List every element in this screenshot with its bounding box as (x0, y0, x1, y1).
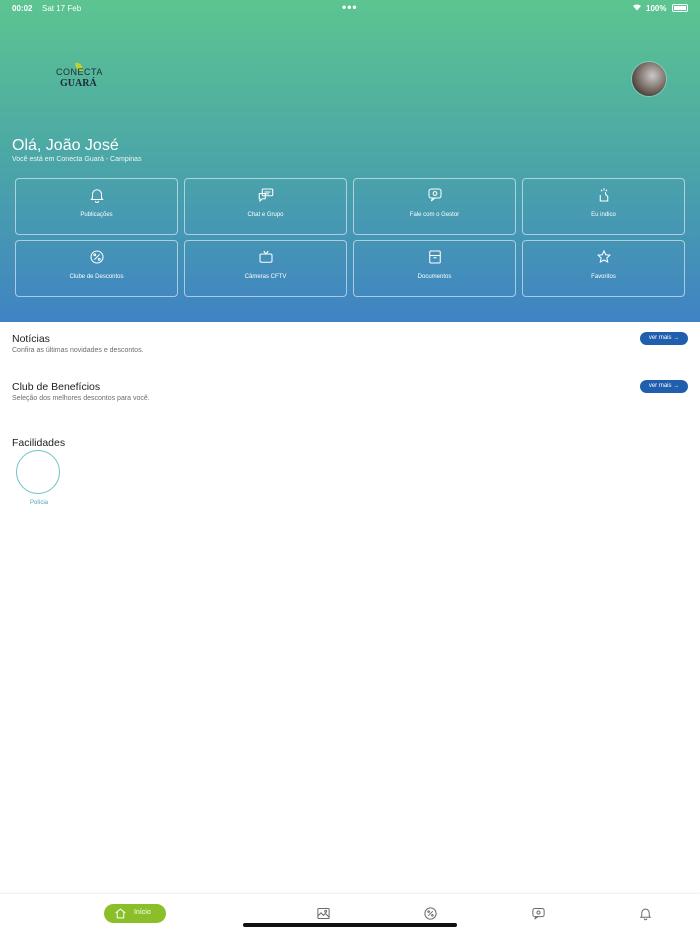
image-icon[interactable] (316, 906, 331, 921)
facilities-title: Facilidades (12, 437, 66, 449)
tile-label: Clube de Descontos (69, 274, 124, 280)
message-icon[interactable] (531, 906, 546, 921)
tv-icon (258, 250, 273, 263)
tile-cameras-cftv[interactable]: Câmeras CFTV (184, 240, 347, 297)
tile-publicacoes[interactable]: Publicações (15, 178, 178, 235)
club-see-more-button[interactable]: ver mais → (640, 380, 688, 393)
discount-icon[interactable] (423, 906, 438, 921)
news-see-more-button[interactable]: ver mais → (640, 332, 688, 345)
status-bar: 00:02 Sat 17 Feb ••• 100% (0, 0, 700, 18)
tile-label: Chat e Grupo (247, 212, 284, 218)
logo-line2: GUARÁ (60, 78, 97, 89)
logo-line1: CONECTA (56, 67, 103, 77)
chat-icon (258, 188, 273, 203)
message-icon (427, 188, 442, 202)
tab-home-label: Início (134, 909, 151, 916)
wifi-icon (632, 3, 642, 13)
tab-home[interactable]: Início (104, 904, 166, 923)
avatar[interactable] (632, 62, 666, 96)
tile-favoritos[interactable]: Favoritos (522, 240, 685, 297)
tile-chat-grupo[interactable]: Chat e Grupo (184, 178, 347, 235)
tile-label: Favoritos (591, 274, 616, 280)
tile-documentos[interactable]: Documentos (353, 240, 516, 297)
tile-label: Câmeras CFTV (244, 274, 287, 280)
club-subtitle: Seleção dos melhores descontos para você… (12, 395, 150, 402)
tile-label: Eu indico (591, 212, 616, 218)
battery-icon (672, 4, 688, 12)
battery-percent: 100% (646, 4, 667, 13)
multitask-dots-icon[interactable]: ••• (342, 0, 358, 14)
tile-clube-descontos[interactable]: Clube de Descontos (15, 240, 178, 297)
tile-eu-indico[interactable]: Eu indico (522, 178, 685, 235)
header-hero: 00:02 Sat 17 Feb ••• 100% CONECTA GUARÁ … (0, 0, 700, 322)
tile-fale-gestor[interactable]: Fale com o Gestor (353, 178, 516, 235)
discount-icon (89, 250, 104, 264)
tile-label: Fale com o Gestor (409, 212, 460, 218)
greeting-title: Olá, João José (12, 137, 119, 154)
tab-bar: Início (0, 894, 700, 934)
news-title: Notícias (12, 333, 50, 345)
home-indicator[interactable] (243, 923, 457, 927)
tile-label: Publicações (80, 212, 113, 218)
club-title: Club de Benefícios (12, 381, 101, 393)
news-subtitle: Confira as últimas novidades e descontos… (12, 347, 144, 354)
bell-icon (89, 189, 104, 203)
app-logo: CONECTA GUARÁ (56, 61, 106, 92)
status-time: 00:02 (12, 4, 33, 13)
hand-icon (599, 188, 608, 202)
home-icon (115, 908, 126, 919)
status-date: Sat 17 Feb (42, 4, 82, 13)
facility-police-button[interactable] (16, 450, 60, 494)
location-subtitle: Você está em Conecta Guará - Campinas (12, 156, 142, 163)
tile-label: Documentos (417, 274, 452, 280)
bell-icon[interactable] (638, 906, 653, 921)
facility-police-label: Polícia (29, 500, 48, 506)
archive-icon (428, 250, 441, 264)
star-icon (596, 249, 611, 264)
